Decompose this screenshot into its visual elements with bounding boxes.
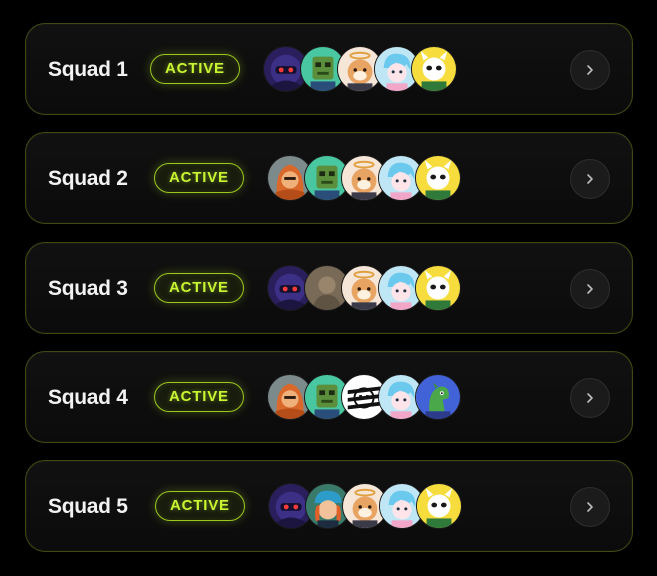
squad-name: Squad 4 [48,386,128,409]
open-squad-button[interactable] [570,378,610,418]
squad-name: Squad 2 [48,167,128,190]
squad-card-5[interactable]: Squad 5 ACTIVE [25,460,633,552]
squad-name: Squad 1 [48,58,128,81]
squad-card-1[interactable]: Squad 1 ACTIVE [25,23,633,115]
squad-name: Squad 5 [48,495,128,518]
open-squad-button[interactable] [570,269,610,309]
blue-dragon-avatar [415,374,461,420]
member-avatars [263,46,457,94]
chevron-right-icon [587,65,593,75]
member-avatars [268,483,462,531]
horned-panda-avatar [411,46,457,92]
member-avatars [267,374,461,422]
status-badge: ACTIVE [154,273,244,303]
horned-panda-avatar [415,155,461,201]
open-squad-button[interactable] [570,50,610,90]
chevron-right-icon [587,393,593,403]
status-badge: ACTIVE [155,491,245,521]
member-avatars [267,265,461,313]
open-squad-button[interactable] [570,159,610,199]
horned-panda-avatar [416,483,462,529]
status-badge: ACTIVE [154,163,244,193]
squad-list: Squad 1 ACTIVE Squad 2 ACTIVE Squad 3 AC… [0,0,657,576]
chevron-right-icon [587,174,593,184]
horned-panda-avatar [415,265,461,311]
status-badge: ACTIVE [150,54,240,84]
member-avatars [267,155,461,203]
status-badge: ACTIVE [154,382,244,412]
squad-card-2[interactable]: Squad 2 ACTIVE [25,132,633,224]
chevron-right-icon [587,502,593,512]
open-squad-button[interactable] [570,487,610,527]
squad-name: Squad 3 [48,277,128,300]
chevron-right-icon [587,284,593,294]
squad-card-4[interactable]: Squad 4 ACTIVE [25,351,633,443]
squad-card-3[interactable]: Squad 3 ACTIVE [25,242,633,334]
